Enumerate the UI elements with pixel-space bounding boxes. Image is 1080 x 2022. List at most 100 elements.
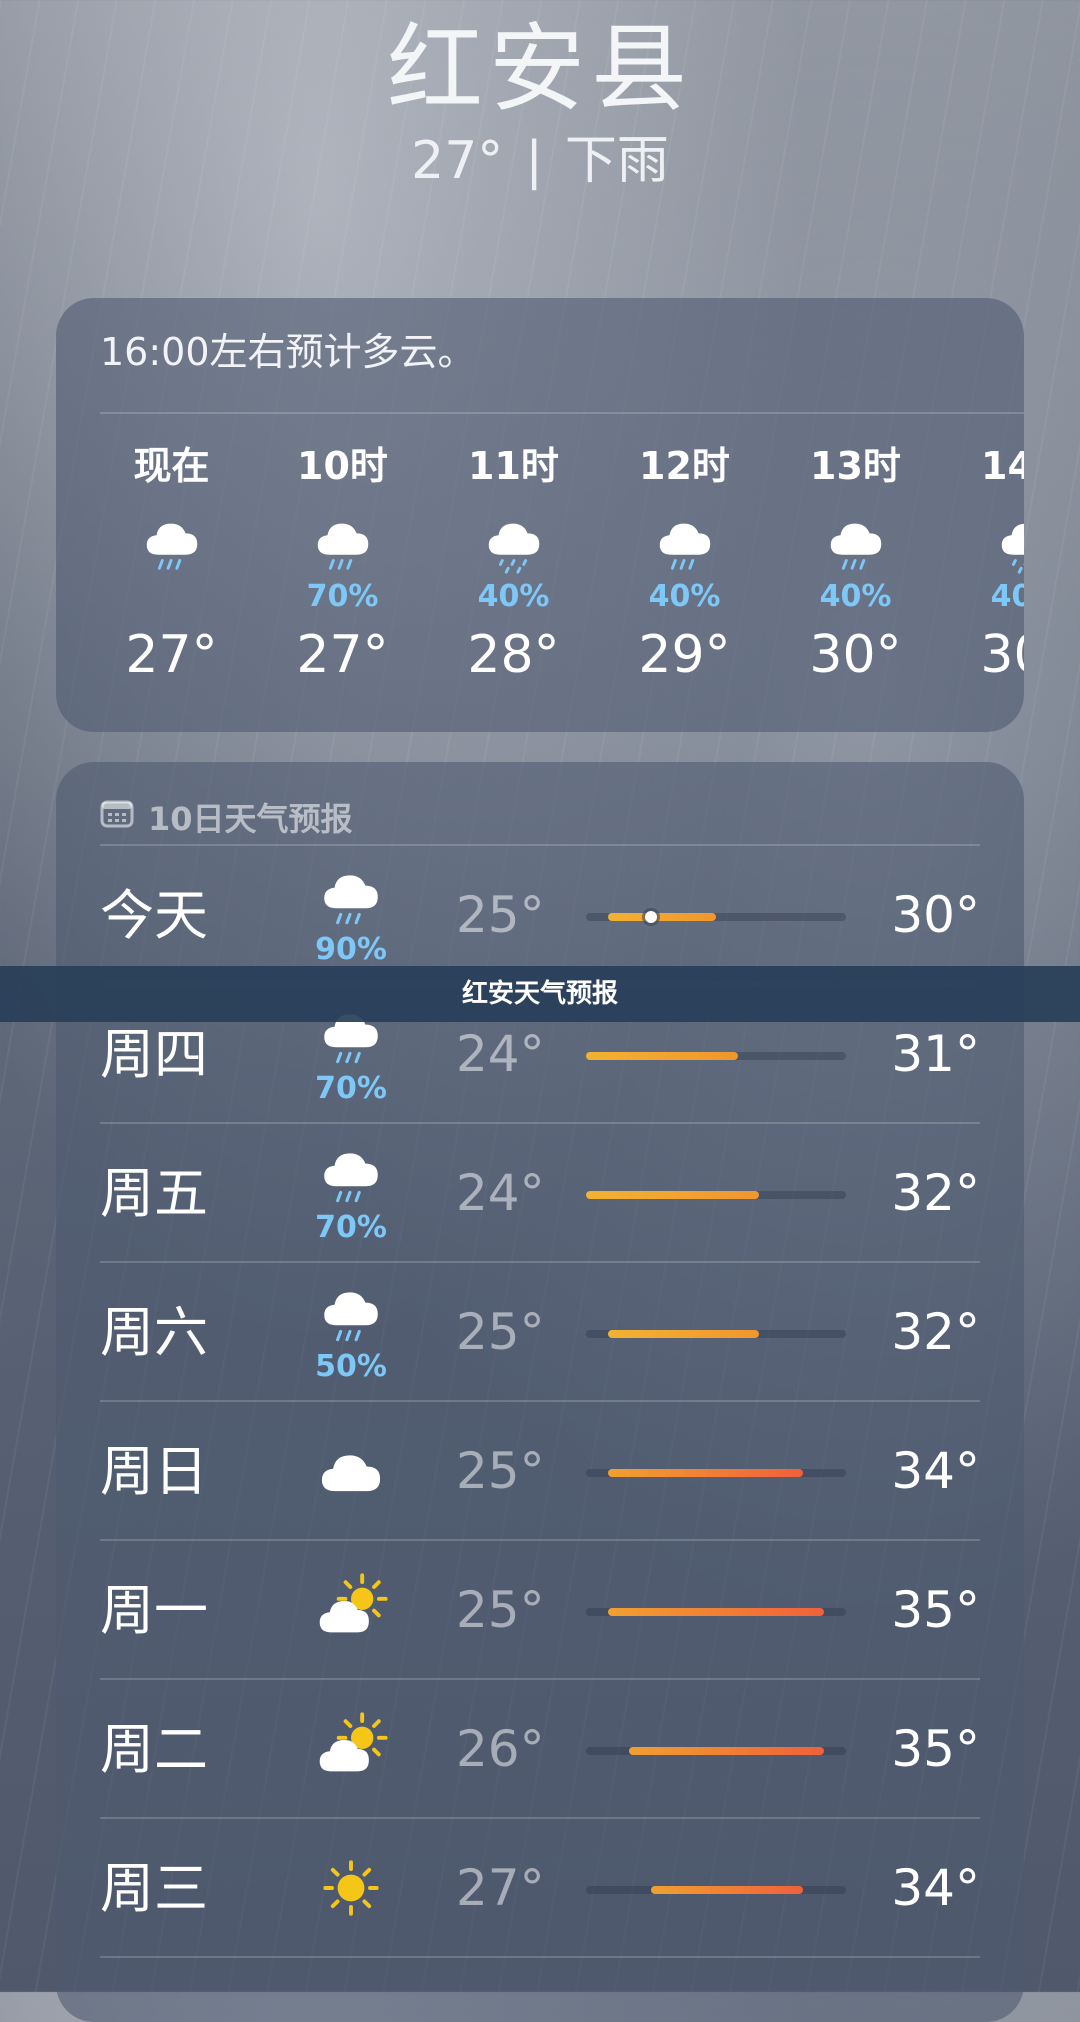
cloud-rain-icon xyxy=(770,502,941,578)
cloud-icon xyxy=(296,1416,406,1526)
hour-label: 13时 xyxy=(810,444,901,488)
day-name: 今天 xyxy=(100,884,208,947)
day-row[interactable]: 周三 27° 34° xyxy=(56,1819,1024,1958)
hour-item: 12时 40% 29° xyxy=(599,440,770,688)
hour-item: 10时 70% 27° xyxy=(257,440,428,688)
temperature-range-fill xyxy=(607,1608,825,1616)
hour-label: 14时 xyxy=(981,444,1024,488)
city-name: 红安县 xyxy=(387,13,693,125)
hour-label: 12时 xyxy=(639,444,730,488)
hourly-summary: 16:00左右预计多云。 xyxy=(100,330,476,374)
current-temp-dot xyxy=(645,911,657,923)
precipitation-chance: 40% xyxy=(648,579,721,614)
temperature-range-bar xyxy=(586,1747,846,1755)
divider xyxy=(100,1956,980,1958)
temperature-range-bar xyxy=(586,1052,846,1060)
low-temperature: 25° xyxy=(456,1581,545,1639)
hour-temperature: 30° xyxy=(809,625,902,685)
day-name: 周一 xyxy=(100,1579,208,1642)
precipitation-chance: 70% xyxy=(315,1210,387,1245)
current-temperature: 27° xyxy=(411,131,504,191)
current-condition: 下雨 xyxy=(564,131,669,191)
temperature-range-fill xyxy=(586,1191,760,1199)
cloud-rain-icon: 90% xyxy=(296,860,406,970)
daily-forecast-header: 10日天气预报 xyxy=(56,762,1024,844)
low-temperature: 24° xyxy=(456,1164,545,1222)
hourly-forecast-card[interactable]: 16:00左右预计多云。 现在 27° 10时 70% 27° 11时 40% 28… xyxy=(56,298,1024,732)
cloud-rain-icon: 70% xyxy=(296,1138,406,1248)
day-row[interactable]: 周六 50% 25° 32° xyxy=(56,1263,1024,1402)
daily-forecast-title: 10日天气预报 xyxy=(148,800,353,838)
cloud-rain-icon xyxy=(86,502,257,578)
high-temperature: 35° xyxy=(891,1581,980,1639)
low-temperature: 25° xyxy=(456,1303,545,1361)
day-name: 周五 xyxy=(100,1162,208,1225)
hour-temperature: 27° xyxy=(125,625,218,685)
temperature-range-fill xyxy=(586,1052,738,1060)
precipitation-chance: 70% xyxy=(306,579,379,614)
caption-text: 红安天气预报 xyxy=(461,979,618,1009)
hour-label: 11时 xyxy=(468,444,559,488)
high-temperature: 30° xyxy=(891,886,980,944)
precipitation-chance: 40% xyxy=(819,579,892,614)
precipitation-chance: 50% xyxy=(315,1349,387,1384)
day-name: 周日 xyxy=(100,1440,208,1503)
high-temperature: 34° xyxy=(891,1442,980,1500)
day-row[interactable]: 周二 26° 35° xyxy=(56,1680,1024,1819)
day-row[interactable]: 今天 90% 25° 30° xyxy=(56,846,1024,985)
precipitation-chance: 40% xyxy=(990,579,1024,614)
day-row[interactable]: 周日 25° 34° xyxy=(56,1402,1024,1541)
temperature-range-bar xyxy=(586,1469,846,1477)
precipitation-chance: 40% xyxy=(477,579,550,614)
daily-forecast-card[interactable]: 10日天气预报 今天 90% 25° 30° 周四 70% 24° 31° 周五… xyxy=(56,762,1024,2022)
day-row[interactable]: 周五 70% 24° 32° xyxy=(56,1124,1024,1263)
temperature-range-fill xyxy=(607,1330,760,1338)
hour-temperature: 28° xyxy=(467,625,560,685)
temperature-range-bar xyxy=(586,911,846,923)
precipitation-chance: 70% xyxy=(315,1071,387,1106)
caption-banner: 红安天气预报 xyxy=(0,966,1080,1022)
sun-icon xyxy=(296,1833,406,1943)
hour-label: 10时 xyxy=(297,444,388,488)
cloud-drizzle-icon xyxy=(428,502,599,578)
temperature-range-bar xyxy=(586,1191,846,1199)
low-temperature: 26° xyxy=(456,1720,545,1778)
hour-item: 现在 27° xyxy=(86,440,257,688)
precipitation-chance: 90% xyxy=(315,932,387,967)
temperature-range-fill xyxy=(607,913,716,921)
cloud-rain-icon xyxy=(257,502,428,578)
partly-cloudy-icon xyxy=(296,1555,406,1665)
cloud-drizzle-icon xyxy=(941,502,1024,578)
hour-item: 14时 40% 30° xyxy=(941,440,1024,688)
temperature-range-bar xyxy=(586,1330,846,1338)
hour-label: 现在 xyxy=(133,444,210,488)
day-name: 周六 xyxy=(100,1301,208,1364)
hour-temperature: 27° xyxy=(296,625,389,685)
precipitation-chance xyxy=(86,578,257,616)
high-temperature: 32° xyxy=(891,1303,980,1361)
low-temperature: 27° xyxy=(456,1859,545,1917)
temperature-range-fill xyxy=(629,1747,825,1755)
day-name: 周二 xyxy=(100,1718,208,1781)
low-temperature: 25° xyxy=(456,1442,545,1500)
day-row[interactable]: 周一 25° 35° xyxy=(56,1541,1024,1680)
high-temperature: 34° xyxy=(891,1859,980,1917)
hour-item: 11时 40% 28° xyxy=(428,440,599,688)
high-temperature: 35° xyxy=(891,1720,980,1778)
hour-temperature: 29° xyxy=(638,625,731,685)
cloud-rain-icon xyxy=(599,502,770,578)
day-name: 周三 xyxy=(100,1857,208,1920)
partly-cloudy-icon xyxy=(296,1694,406,1804)
hour-item: 13时 40% 30° xyxy=(770,440,941,688)
temperature-range-bar xyxy=(586,1886,846,1894)
low-temperature: 25° xyxy=(456,886,545,944)
cloud-rain-icon: 50% xyxy=(296,1277,406,1387)
hourly-list[interactable]: 现在 27° 10时 70% 27° 11时 40% 28° 12时 40% 29° 1… xyxy=(56,414,1024,688)
high-temperature: 32° xyxy=(891,1164,980,1222)
hour-temperature: 30° xyxy=(980,625,1024,685)
temperature-range-fill xyxy=(651,1886,803,1894)
separator: | xyxy=(525,131,543,191)
temperature-range-fill xyxy=(607,1469,803,1477)
location-header: 红安县 27° | 下雨 xyxy=(0,14,1080,194)
temperature-range-bar xyxy=(586,1608,846,1616)
